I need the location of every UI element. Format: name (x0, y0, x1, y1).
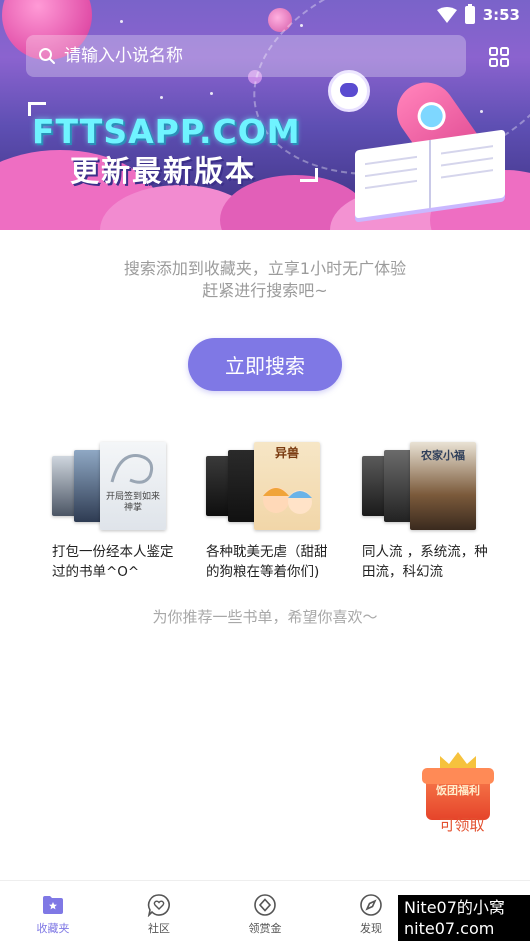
folder-star-icon (43, 896, 63, 914)
book-cover: 异兽 (254, 442, 320, 530)
book-cover-title: 开局签到如来神掌 (105, 492, 160, 513)
nav-label: 社区 (148, 922, 170, 935)
nav-item-favorites[interactable]: 收藏夹 (0, 881, 106, 941)
booklist-title: 同人流 ，系统流，种田流，科幻流 (362, 544, 488, 580)
nav-item-rewards[interactable]: 领赏金 (212, 881, 318, 941)
star-decoration (160, 96, 163, 99)
frame-corner-decoration (300, 168, 318, 182)
star-decoration (300, 24, 303, 27)
dragon-illustration (110, 454, 154, 484)
search-icon (39, 48, 55, 64)
search-bar[interactable] (26, 35, 466, 77)
nav-label: 收藏夹 (36, 922, 70, 935)
nav-item-community[interactable]: 社区 (106, 881, 212, 941)
wifi-icon (436, 7, 457, 23)
nav-label: 领赏金 (248, 922, 282, 935)
star-decoration (210, 92, 213, 95)
watermark: Nite07的小窝 nite07.com (398, 895, 530, 941)
booklist-card[interactable]: 开局签到如来神掌 打包一份经本人鉴定过的书单^O^ (52, 440, 182, 582)
booklist-covers: 异兽 (206, 440, 326, 530)
nav-label: 发现 (360, 922, 382, 935)
watermark-line1: Nite07的小窝 (404, 898, 505, 917)
diamond-icon (254, 894, 276, 916)
compass-icon (360, 894, 382, 916)
status-time: 3:53 (482, 6, 520, 24)
book-cover-title: 农家小福 (421, 449, 465, 462)
booklist-title: 打包一份经本人鉴定过的书单^O^ (52, 544, 174, 580)
banner-title: FTTSAPP.COM (32, 112, 301, 151)
booklist-covers: 农家小福 (362, 440, 482, 530)
reward-label[interactable]: 可领取 (420, 814, 504, 835)
booklist-card[interactable]: 异兽 各种耽美无虐（甜甜的狗粮在等着你们) (206, 440, 336, 582)
heart-bubble-icon (147, 894, 170, 917)
search-now-button[interactable]: 立即搜索 (188, 338, 342, 391)
star-decoration (480, 110, 483, 113)
anime-character-illustration (263, 487, 312, 514)
empty-hint-line2: 赶紧进行搜索吧~ (202, 281, 328, 300)
book-cover-title: 异兽 (274, 446, 299, 460)
grid-menu-icon[interactable] (488, 46, 510, 68)
watermark-line2: nite07.com (404, 919, 495, 938)
star-decoration (120, 20, 123, 23)
reward-tag: 饭团福利 (436, 784, 480, 797)
booklist-covers: 开局签到如来神掌 (52, 440, 172, 530)
battery-icon (464, 4, 475, 24)
booklist-card[interactable]: 农家小福 同人流 ，系统流，种田流，科幻流 (362, 440, 492, 582)
status-bar: 3:53 (436, 4, 520, 26)
book-cover: 开局签到如来神掌 (100, 442, 166, 530)
empty-hint-line1: 搜索添加到收藏夹，立享1小时无广体验 (123, 259, 407, 278)
recommend-text: 为你推荐一些书单，希望你喜欢～ (152, 608, 378, 626)
booklist-title: 各种耽美无虐（甜甜的狗粮在等着你们) (206, 544, 328, 580)
banner-subtitle: 更新最新版本 (70, 154, 257, 188)
search-input[interactable] (64, 46, 466, 66)
book-cover: 农家小福 (410, 442, 476, 530)
